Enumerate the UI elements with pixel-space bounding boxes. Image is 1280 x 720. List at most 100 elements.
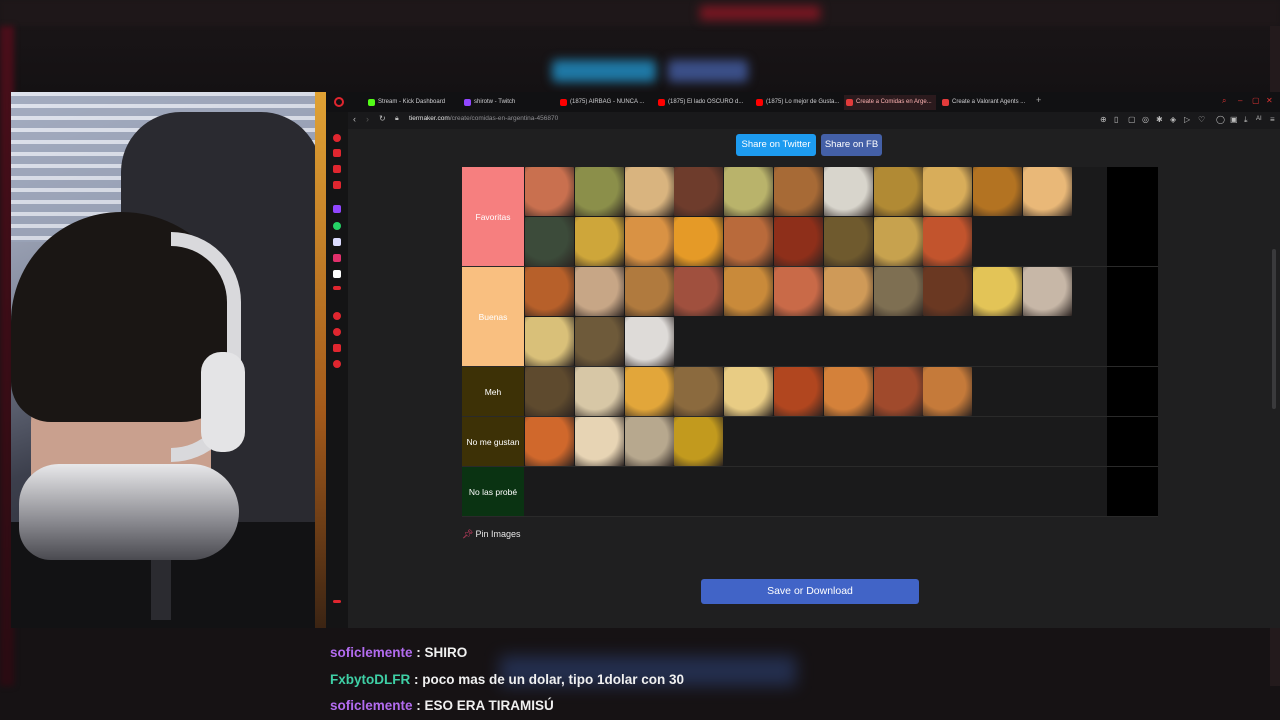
browser-tab[interactable]: shirotw - Twitch — [462, 95, 554, 110]
food-image[interactable] — [724, 367, 774, 416]
food-image[interactable] — [525, 317, 574, 366]
tier-settings[interactable] — [1107, 267, 1158, 366]
snapshot-icon[interactable]: ▢ — [1128, 115, 1136, 124]
food-image[interactable] — [525, 417, 574, 466]
tier-label[interactable]: No las probé — [462, 467, 524, 516]
tiktok-icon[interactable] — [333, 270, 341, 278]
food-image[interactable] — [624, 367, 674, 416]
food-image[interactable] — [624, 317, 674, 366]
tier-label[interactable]: Buenas — [462, 267, 524, 366]
food-image[interactable] — [674, 367, 724, 416]
chat-icon[interactable]: ◯ — [1216, 115, 1225, 124]
food-image[interactable] — [525, 367, 574, 416]
food-image[interactable] — [873, 217, 923, 266]
share-twitter-button[interactable]: Share on Twitter — [736, 134, 816, 156]
food-image[interactable] — [923, 167, 973, 216]
food-image[interactable] — [774, 167, 823, 216]
heart-icon[interactable]: ♡ — [1198, 115, 1205, 124]
food-image[interactable] — [624, 217, 674, 266]
tier-settings[interactable] — [1107, 467, 1158, 516]
tier-settings[interactable] — [1107, 167, 1158, 266]
food-image[interactable] — [1023, 267, 1072, 316]
food-image[interactable] — [973, 267, 1023, 316]
minimize-icon[interactable]: – — [1238, 96, 1242, 105]
food-image[interactable] — [823, 267, 873, 316]
food-image[interactable] — [1023, 167, 1072, 216]
food-image[interactable] — [823, 217, 873, 266]
download-icon[interactable]: ⤓ — [1244, 115, 1248, 125]
settings-icon[interactable] — [333, 360, 341, 368]
food-image[interactable] — [674, 267, 724, 316]
maximize-icon[interactable]: ▢ — [1252, 96, 1260, 105]
clock-icon[interactable] — [333, 328, 341, 336]
bookmark-icon[interactable]: ▯ — [1114, 115, 1118, 124]
food-image[interactable] — [774, 267, 823, 316]
food-image[interactable] — [774, 217, 823, 266]
food-image[interactable] — [923, 267, 973, 316]
food-image[interactable] — [823, 167, 873, 216]
opera-logo-icon[interactable] — [334, 97, 344, 107]
vpn-icon[interactable]: ◎ — [1142, 115, 1149, 124]
share-fb-button[interactable]: Share on FB — [821, 134, 882, 156]
extensions-icon[interactable] — [333, 344, 341, 352]
history-icon[interactable] — [333, 312, 341, 320]
food-image[interactable] — [674, 167, 724, 216]
food-image[interactable] — [574, 167, 624, 216]
back-icon[interactable]: ‹ — [353, 114, 356, 124]
food-image[interactable] — [624, 167, 674, 216]
food-image[interactable] — [873, 367, 923, 416]
food-image[interactable] — [525, 167, 574, 216]
twitch-icon[interactable] — [333, 205, 341, 213]
tier-label[interactable]: Favoritas — [462, 167, 524, 266]
food-image[interactable] — [923, 217, 973, 266]
browser-tab[interactable]: (1875) El lado OSCURO d... — [656, 95, 748, 110]
browser-tab[interactable]: (1875) Lo mejor de Gusta... — [754, 95, 846, 110]
sidebar-red-icon-2[interactable] — [333, 165, 341, 173]
close-window-icon[interactable]: ✕ — [1266, 96, 1273, 105]
food-image[interactable] — [574, 217, 624, 266]
food-image[interactable] — [574, 367, 624, 416]
sidebar-more-icon[interactable] — [333, 600, 341, 603]
play-icon[interactable]: ▷ — [1184, 115, 1190, 124]
url-field[interactable]: tiermaker.com/create/comidas-en-argentin… — [409, 115, 558, 122]
food-image[interactable] — [574, 417, 624, 466]
discord-icon[interactable] — [333, 238, 341, 246]
save-download-button[interactable]: Save or Download — [701, 579, 919, 604]
food-image[interactable] — [724, 267, 774, 316]
food-image[interactable] — [525, 267, 574, 316]
sidebar-red-icon-1[interactable] — [333, 149, 341, 157]
forward-icon[interactable]: › — [366, 114, 369, 124]
food-image[interactable] — [724, 167, 774, 216]
food-image[interactable] — [525, 217, 574, 266]
tier-label[interactable]: No me gustan — [462, 417, 524, 466]
food-image[interactable] — [873, 267, 923, 316]
reload-icon[interactable]: ↻ — [379, 114, 386, 123]
browser-tab[interactable]: Create a Valorant Agents ... — [940, 95, 1032, 110]
food-image[interactable] — [674, 417, 724, 466]
tier-settings[interactable] — [1107, 367, 1158, 416]
search-tabs-icon[interactable]: ⌕ — [1222, 96, 1226, 106]
aria-ai-label[interactable]: AI — [1256, 116, 1262, 122]
new-tab-icon[interactable]: + — [1036, 95, 1041, 105]
food-image[interactable] — [973, 167, 1023, 216]
menu-icon[interactable]: ≡ — [1270, 115, 1275, 124]
home-icon[interactable] — [333, 134, 341, 142]
food-image[interactable] — [823, 367, 873, 416]
food-image[interactable] — [624, 417, 674, 466]
food-image[interactable] — [574, 317, 624, 366]
browser-tab[interactable]: (1875) AIRBAG - NUNCA ... — [558, 95, 650, 110]
browser-tab[interactable]: Stream - Kick Dashboard — [366, 95, 458, 110]
page-scrollbar[interactable] — [1272, 249, 1276, 409]
sidebar-red-icon-3[interactable] — [333, 181, 341, 189]
whatsapp-icon[interactable] — [333, 222, 341, 230]
food-image[interactable] — [724, 217, 774, 266]
food-image[interactable] — [774, 367, 823, 416]
browser-tab[interactable]: Create a Comidas en Arge... — [844, 95, 936, 110]
zoom-icon[interactable]: ⊕ — [1100, 115, 1107, 124]
translate-icon[interactable]: ✱ — [1156, 115, 1163, 124]
food-image[interactable] — [923, 367, 973, 416]
pin-images-toggle[interactable]: 📌︎ Pin Images — [462, 529, 520, 540]
food-image[interactable] — [624, 267, 674, 316]
tier-label[interactable]: Meh — [462, 367, 524, 416]
food-image[interactable] — [873, 167, 923, 216]
